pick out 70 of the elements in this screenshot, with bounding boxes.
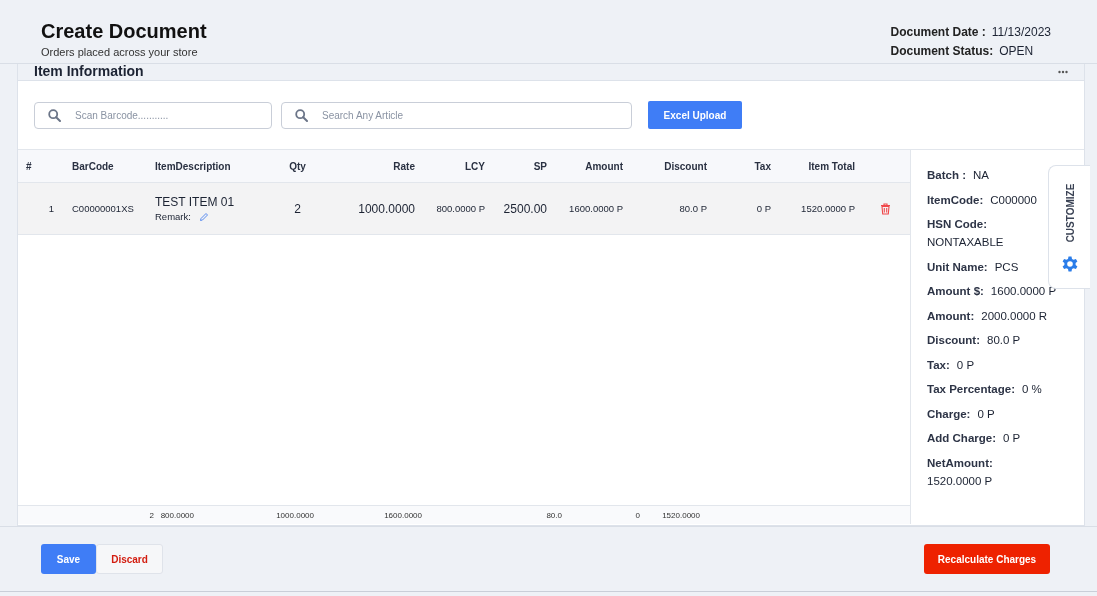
remark-label: Remark: — [155, 211, 191, 222]
detail-value: 80.0 P — [987, 334, 1021, 346]
table-cell-text: 2500.00 — [502, 201, 548, 216]
column-header: LCY — [464, 160, 486, 172]
meta-value: 11/13/2023 — [991, 25, 1051, 39]
excel-upload-button[interactable]: Excel Upload — [648, 101, 742, 129]
total-value: 80.0 — [545, 510, 562, 520]
column-header: SP — [532, 160, 548, 172]
total-value: 1520.0000 — [661, 510, 700, 520]
column-header: # — [25, 160, 33, 172]
detail-label: Unit Name: — [927, 260, 988, 273]
table-cell-text: C00000001XS — [71, 203, 135, 214]
table-cell-text: TEST ITEM 01 — [155, 195, 236, 209]
detail-label: Discount: — [927, 334, 981, 346]
detail-label: ItemCode: — [927, 193, 984, 206]
recalculate-button[interactable]: Recalculate Charges — [924, 544, 1050, 574]
customize-tab[interactable]: CUSTOMIZE — [1064, 183, 1075, 243]
page-title: Create Document — [41, 20, 207, 43]
meta-label: Document Date : — [890, 25, 986, 39]
table-cell-text: 1 — [47, 203, 55, 214]
meta-label: Document Status: — [890, 44, 994, 58]
column-header: Amount — [584, 160, 624, 172]
meta-value: OPEN — [999, 44, 1034, 58]
table-row[interactable]: 1 C00000001XS TEST ITEM 01 Remark: 2 1000.0000 800.0000 P 2500.00 1600.0000 P 80.0 P 0 P 1520.0000 P — [18, 183, 910, 235]
detail-label: Tax Percentage: — [927, 383, 1015, 395]
detail-label: Batch : — [927, 169, 966, 181]
total-value: 1000.0000 — [275, 510, 314, 520]
detail-label: Amount: — [927, 309, 975, 322]
table-cell-text: 1520.0000 P — [800, 203, 856, 214]
table-cell-text: 80.0 P — [678, 203, 708, 214]
total-value: 0 — [634, 510, 640, 520]
column-header: Discount — [663, 160, 708, 172]
detail-value: 2000.0000 R — [981, 309, 1048, 322]
detail-label: Add Charge: — [927, 432, 996, 444]
search-icon — [295, 108, 308, 122]
column-header: Item Total — [807, 160, 856, 172]
search-icon — [48, 108, 61, 122]
detail-label: NetAmount: — [927, 456, 994, 469]
detail-value: 1600.0000 P — [990, 285, 1057, 297]
column-header: ItemDescription — [154, 160, 232, 172]
table-cell-text: 1600.0000 P — [568, 203, 624, 214]
table-cell-text: 0 P — [755, 203, 772, 214]
detail-label: Tax: — [927, 358, 950, 371]
detail-value: C000000 — [990, 193, 1037, 206]
save-button[interactable]: Save — [41, 544, 96, 574]
page-subtitle: Orders placed across your store — [41, 46, 199, 58]
column-header: BarCode — [71, 160, 115, 172]
detail-label: Charge: — [927, 407, 971, 420]
column-header: Tax — [753, 160, 772, 172]
detail-value: 0 P — [977, 407, 995, 420]
detail-value: 0 % — [1022, 383, 1042, 395]
table-cell-text: 2 — [293, 201, 302, 216]
section-title: Item Information — [34, 64, 144, 80]
edit-icon[interactable] — [198, 211, 209, 222]
table-cell-text: 1000.0000 — [357, 201, 416, 216]
detail-value: 0 P — [956, 358, 975, 371]
search-field[interactable]: Search Any Article — [281, 101, 632, 129]
search-field[interactable]: Scan Barcode........... — [34, 101, 272, 129]
table-cell-text: 800.0000 P — [435, 203, 486, 214]
detail-label: Amount $: — [927, 285, 984, 297]
total-value: 2 — [148, 510, 154, 520]
detail-value: NA — [973, 169, 989, 181]
discard-button[interactable]: Discard — [96, 544, 163, 574]
total-value: 1600.0000 — [383, 510, 422, 520]
detail-value: 1520.0000 P — [927, 474, 994, 487]
detail-value: PCS — [994, 260, 1019, 273]
total-value: 800.0000 — [159, 510, 194, 520]
column-header: Qty — [288, 160, 307, 172]
column-header: Rate — [392, 160, 416, 172]
detail-value: 0 P — [1003, 432, 1021, 444]
